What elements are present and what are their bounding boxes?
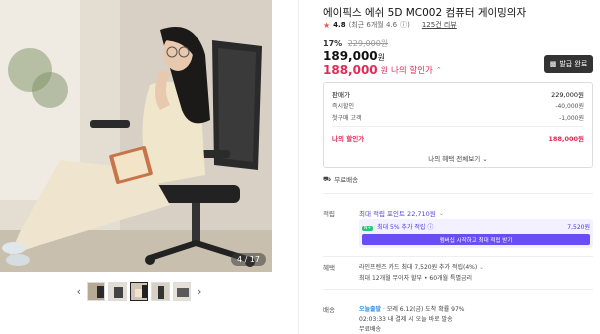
discount-row: 17% 229,000원 <box>323 38 388 49</box>
installment-text: 최대 12개월 무이자 할부 • 60개월 특별금리 <box>359 275 473 282</box>
product-gallery: 4 / 17 ‹ › <box>0 0 272 334</box>
info-icon[interactable]: ⓘ <box>427 224 433 231</box>
card-benefit-text: 라인프렌즈 카드 최대 7,520원 추가 적립(4%) <box>359 264 478 271</box>
divider <box>323 193 593 194</box>
sale-price-value: 189,000 <box>323 49 378 63</box>
membership-row: N+ 최대 5% 추가 적립 ⓘ 7,520원 <box>362 222 590 231</box>
column-divider <box>298 0 299 334</box>
truck-icon: ⛟ <box>323 174 332 183</box>
thumbnail[interactable] <box>108 281 127 301</box>
membership-benefit-box: N+ 최대 5% 추가 적립 ⓘ 7,520원 멤버십 시작하고 최대 적립 받… <box>359 219 593 248</box>
view-all-benefits-label: 나의 혜택 전체보기 <box>428 155 481 163</box>
chevron-left-icon[interactable]: ‹ <box>74 282 84 301</box>
delivery-cutoff-text: 02:03:33 내 결제 시 오늘 바로 발송 <box>359 316 453 323</box>
coupon-issued-button[interactable]: ▩ 발급 완료 <box>544 55 593 73</box>
product-info: 에이픽스 에쉬 5D MC002 컴퓨터 게이밍의자 ★ 4.8 (최근 6개월… <box>323 0 593 334</box>
divider <box>332 126 584 127</box>
currency-unit: 원 <box>380 65 389 75</box>
product-photo-illustration <box>0 0 272 272</box>
price-row: 첫구매 고객 -1,000원 <box>332 113 584 122</box>
my-sale-label: 나의 할인가 <box>391 66 433 76</box>
original-price: 229,000원 <box>347 39 389 48</box>
delivery-estimate: · 모레 6.12(금) 도착 확률 97% <box>383 306 465 313</box>
delivery-label: 배송 <box>323 306 335 314</box>
price-breakdown-box: 판매가 229,000원 즉시할인 -40,000원 첫구매 고객 -1,000… <box>323 82 593 168</box>
card-benefit-line[interactable]: 라인프렌즈 카드 최대 7,520원 추가 적립(4%) ⌄ <box>359 262 484 271</box>
chevron-down-icon: ⌄ <box>479 264 485 271</box>
sale-price: 189,000원 <box>323 49 385 63</box>
membership-text: 최대 5% 추가 적립 <box>377 224 426 231</box>
product-title: 에이픽스 에쉬 5D MC002 컴퓨터 게이밍의자 <box>323 7 527 19</box>
star-icon: ★ <box>323 20 331 30</box>
info-icon[interactable]: ⓘ) <box>400 20 410 30</box>
delivery-line: 오늘출발 · 모레 6.12(금) 도착 확률 97% <box>359 304 464 313</box>
benefits-label: 혜택 <box>323 264 335 272</box>
review-count-link[interactable]: 125건 리뷰 <box>422 20 457 30</box>
chevron-down-icon: ⌄ <box>438 209 445 217</box>
thumbnail-strip: ‹ › <box>74 280 204 302</box>
max-points-link[interactable]: 최대 적립 포인트 22,710원 ⌄ <box>359 208 444 218</box>
delivery-fee-text: 무료배송 <box>359 326 382 333</box>
price-row: 즉시할인 -40,000원 <box>332 101 584 110</box>
membership-button-label: 멤버십 시작하고 최대 적립 받기 <box>439 237 513 244</box>
divider <box>323 256 593 257</box>
same-day-badge: 오늘출발 <box>359 306 382 313</box>
price-row-label: 즉시할인 <box>332 103 355 110</box>
thumbnail[interactable] <box>151 281 170 301</box>
final-price-value: 188,000원 <box>548 135 584 143</box>
max-points-text: 최대 적립 포인트 22,710원 <box>359 210 436 218</box>
price-row-label: 판매가 <box>332 91 350 99</box>
price-row-label: 첫구매 고객 <box>332 115 362 122</box>
final-price-row: 나의 할인가 188,000원 <box>332 133 584 143</box>
free-shipping-label: 무료배송 <box>334 176 359 184</box>
installment-line: 최대 12개월 무이자 할부 • 60개월 특별금리 <box>359 273 472 282</box>
price-row-value: 229,000원 <box>551 91 584 99</box>
chevron-down-icon: ⌄ <box>482 155 488 163</box>
chevron-up-icon: ⌃ <box>435 66 442 74</box>
price-row-value: -1,000원 <box>559 115 584 122</box>
rating-score: 4.8 <box>333 21 346 29</box>
coupon-icon: ▩ <box>549 60 557 68</box>
thumbnail[interactable] <box>86 281 106 301</box>
my-price-value: 188,000 <box>323 63 378 77</box>
thumbnail[interactable] <box>172 281 192 301</box>
delivery-cutoff-line: 02:03:33 내 결제 시 오늘 바로 발송 <box>359 314 453 323</box>
rating-recent: (최근 6개월 4.6 <box>348 21 398 29</box>
currency-unit: 원 <box>377 53 386 62</box>
rating-row: ★ 4.8 (최근 6개월 4.6 ⓘ) 125건 리뷰 <box>323 20 457 30</box>
chevron-right-icon[interactable]: › <box>194 282 204 301</box>
discount-rate: 17% <box>323 39 343 48</box>
photo-counter: 4 / 17 <box>230 253 266 266</box>
free-shipping-badge: ⛟ 무료배송 <box>323 174 359 185</box>
membership-badge: N+ <box>362 226 374 231</box>
my-price[interactable]: 188,000 원 나의 할인가 ⌃ <box>323 63 442 77</box>
membership-start-button[interactable]: 멤버십 시작하고 최대 적립 받기 <box>362 234 590 245</box>
price-row: 판매가 229,000원 <box>332 89 584 99</box>
points-label: 적립 <box>323 210 335 218</box>
membership-value: 7,520원 <box>567 224 590 231</box>
divider <box>323 289 593 290</box>
view-all-benefits-link[interactable]: 나의 혜택 전체보기 ⌄ <box>324 153 592 163</box>
price-row-value: -40,000원 <box>555 103 584 110</box>
thumbnail-active[interactable] <box>129 281 149 301</box>
coupon-button-label: 발급 완료 <box>559 60 588 68</box>
main-product-photo[interactable]: 4 / 17 <box>0 0 272 272</box>
delivery-fee-line: 무료배송 <box>359 324 381 333</box>
final-price-label: 나의 할인가 <box>332 135 365 143</box>
